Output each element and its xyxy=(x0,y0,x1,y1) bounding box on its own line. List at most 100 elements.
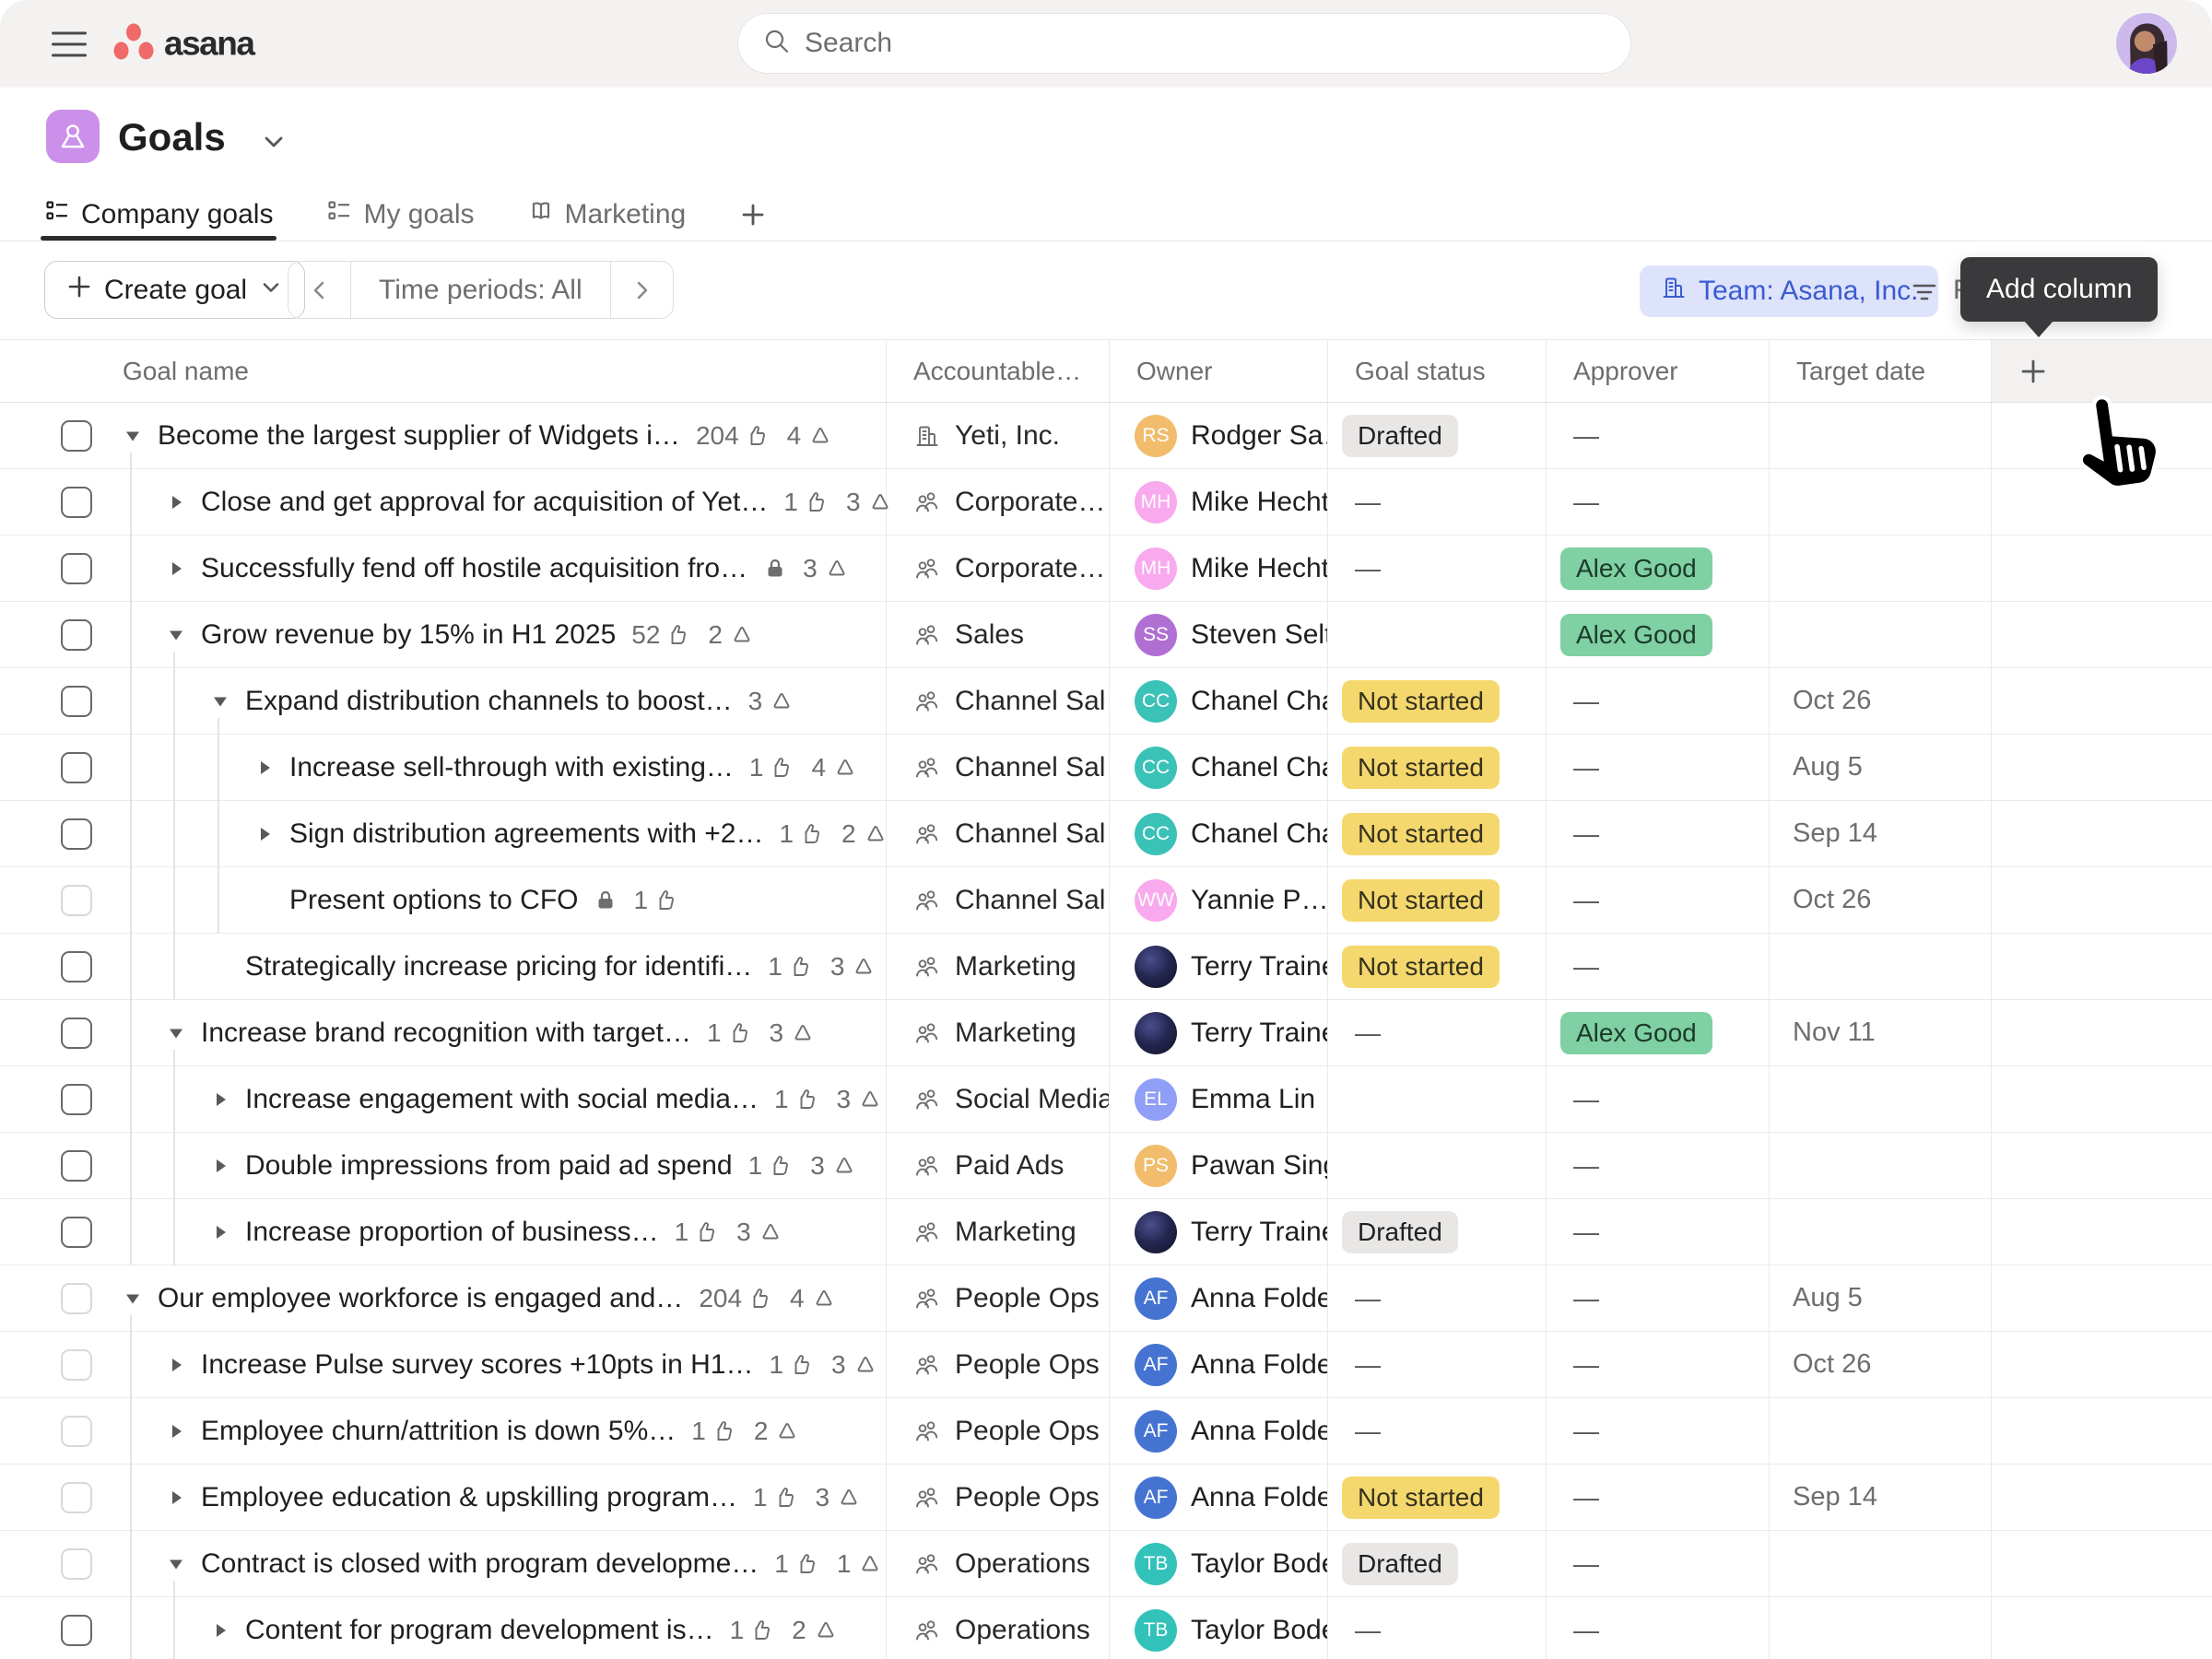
owner-cell[interactable]: AFAnna Folder xyxy=(1109,1332,1327,1397)
table-row[interactable]: Content for program development is…12Ope… xyxy=(0,1597,2212,1659)
accountable-cell[interactable]: Sales xyxy=(886,602,1109,667)
goal-title[interactable]: Employee churn/attrition is down 5%… xyxy=(201,1416,676,1447)
table-row[interactable]: Employee churn/attrition is down 5%…12Pe… xyxy=(0,1398,2212,1465)
goal-title[interactable]: Employee education & upskilling program… xyxy=(201,1482,737,1513)
accountable-cell[interactable]: People Ops xyxy=(886,1398,1109,1464)
accountable-cell[interactable]: Social Media xyxy=(886,1066,1109,1132)
approver-cell[interactable]: — xyxy=(1546,735,1769,800)
owner-cell[interactable]: PSPawan Singh xyxy=(1109,1133,1327,1198)
expand-caret-right-icon[interactable] xyxy=(209,1155,231,1177)
row-checkbox[interactable] xyxy=(61,885,92,916)
approver-cell[interactable]: — xyxy=(1546,1597,1769,1659)
accountable-cell[interactable]: People Ops xyxy=(886,1465,1109,1530)
approver-cell[interactable]: — xyxy=(1546,469,1769,535)
target-date-cell[interactable] xyxy=(1769,1066,1991,1132)
owner-cell[interactable]: TBTaylor Bode xyxy=(1109,1531,1327,1596)
approver-cell[interactable]: — xyxy=(1546,1265,1769,1331)
owner-cell[interactable]: SSSteven Selt… xyxy=(1109,602,1327,667)
target-date-cell[interactable]: Oct 26 xyxy=(1769,1332,1991,1397)
goal-title[interactable]: Content for program development is… xyxy=(245,1615,714,1646)
accountable-cell[interactable]: Corporate… xyxy=(886,469,1109,535)
goal-status-cell[interactable]: — xyxy=(1327,1332,1546,1397)
accountable-cell[interactable]: People Ops xyxy=(886,1332,1109,1397)
goal-title[interactable]: Our employee workforce is engaged and… xyxy=(158,1283,683,1314)
row-checkbox[interactable] xyxy=(61,951,92,982)
row-checkbox[interactable] xyxy=(61,420,92,452)
row-checkbox[interactable] xyxy=(61,1482,92,1513)
goal-status-cell[interactable]: Not started xyxy=(1327,1465,1546,1530)
column-header-approver[interactable]: Approver xyxy=(1546,340,1769,402)
approver-cell[interactable]: Alex Good xyxy=(1546,535,1769,601)
target-date-cell[interactable]: Oct 26 xyxy=(1769,867,1991,933)
column-header-goal-name[interactable]: Goal name xyxy=(0,340,886,402)
goal-status-cell[interactable]: Drafted xyxy=(1327,1199,1546,1265)
goal-status-cell[interactable]: — xyxy=(1327,1265,1546,1331)
approver-cell[interactable]: — xyxy=(1546,1465,1769,1530)
approver-cell[interactable]: — xyxy=(1546,934,1769,999)
approver-cell[interactable]: — xyxy=(1546,867,1769,933)
table-row[interactable]: Become the largest supplier of Widgets i… xyxy=(0,403,2212,469)
expand-caret-down-icon[interactable] xyxy=(165,1022,187,1044)
goal-title[interactable]: Increase Pulse survey scores +10pts in H… xyxy=(201,1349,753,1381)
owner-cell[interactable]: MHMike Hecht xyxy=(1109,535,1327,601)
approver-cell[interactable]: — xyxy=(1546,668,1769,734)
owner-cell[interactable]: WWYannie P… xyxy=(1109,867,1327,933)
goal-status-cell[interactable]: Drafted xyxy=(1327,1531,1546,1596)
expand-caret-right-icon[interactable] xyxy=(165,558,187,580)
time-periods-label[interactable]: Time periods: All xyxy=(351,262,610,318)
goal-status-cell[interactable]: Drafted xyxy=(1327,403,1546,468)
target-date-cell[interactable] xyxy=(1769,1398,1991,1464)
approver-cell[interactable]: — xyxy=(1546,801,1769,866)
expand-caret-right-icon[interactable] xyxy=(209,1221,231,1243)
approver-cell[interactable]: — xyxy=(1546,1531,1769,1596)
owner-cell[interactable]: CCChanel Cha… xyxy=(1109,801,1327,866)
approver-cell[interactable]: Alex Good xyxy=(1546,602,1769,667)
target-date-cell[interactable]: Sep 14 xyxy=(1769,801,1991,866)
user-avatar[interactable] xyxy=(2116,13,2177,74)
goal-title[interactable]: Increase engagement with social media… xyxy=(245,1084,759,1115)
owner-cell[interactable]: Terry Trainer xyxy=(1109,1000,1327,1065)
goal-title[interactable]: Present options to CFO xyxy=(289,885,578,916)
accountable-cell[interactable]: Marketing xyxy=(886,1199,1109,1265)
target-date-cell[interactable]: Sep 14 xyxy=(1769,1465,1991,1530)
hamburger-menu-icon[interactable] xyxy=(52,31,87,56)
table-row[interactable]: Expand distribution channels to boost…3C… xyxy=(0,668,2212,735)
column-header-accountable[interactable]: Accountable… xyxy=(886,340,1109,402)
goal-status-cell[interactable] xyxy=(1327,1066,1546,1132)
accountable-cell[interactable]: Channel Sal… xyxy=(886,668,1109,734)
tab-my-goals[interactable]: My goals xyxy=(326,189,474,241)
table-row[interactable]: Present options to CFO1Channel Sal…WWYan… xyxy=(0,867,2212,934)
target-date-cell[interactable]: Nov 11 xyxy=(1769,1000,1991,1065)
goal-status-cell[interactable]: — xyxy=(1327,1398,1546,1464)
accountable-cell[interactable]: Yeti, Inc. xyxy=(886,403,1109,468)
accountable-cell[interactable]: Paid Ads xyxy=(886,1133,1109,1198)
accountable-cell[interactable]: Channel Sal… xyxy=(886,801,1109,866)
owner-cell[interactable]: AFAnna Folder xyxy=(1109,1265,1327,1331)
expand-caret-right-icon[interactable] xyxy=(165,491,187,513)
expand-caret-right-icon[interactable] xyxy=(253,757,276,779)
accountable-cell[interactable]: Marketing xyxy=(886,934,1109,999)
goal-title[interactable]: Double impressions from paid ad spend xyxy=(245,1150,733,1182)
accountable-cell[interactable]: Channel Sal… xyxy=(886,735,1109,800)
target-date-cell[interactable]: Aug 5 xyxy=(1769,1265,1991,1331)
goal-title[interactable]: Sign distribution agreements with +2… xyxy=(289,818,763,850)
owner-cell[interactable]: CCChanel Cha… xyxy=(1109,735,1327,800)
goal-status-cell[interactable]: — xyxy=(1327,1000,1546,1065)
filter-lines-icon[interactable] xyxy=(1910,276,1939,311)
row-checkbox[interactable] xyxy=(61,1416,92,1447)
goal-title[interactable]: Close and get approval for acquisition o… xyxy=(201,487,768,518)
row-checkbox[interactable] xyxy=(61,1615,92,1646)
target-date-cell[interactable] xyxy=(1769,1133,1991,1198)
target-date-cell[interactable] xyxy=(1769,602,1991,667)
table-row[interactable]: Increase proportion of business…13Market… xyxy=(0,1199,2212,1265)
table-row[interactable]: Increase sell-through with existing…14Ch… xyxy=(0,735,2212,801)
owner-cell[interactable]: TBTaylor Bode xyxy=(1109,1597,1327,1659)
target-date-cell[interactable] xyxy=(1769,403,1991,468)
target-date-cell[interactable]: Oct 26 xyxy=(1769,668,1991,734)
goal-status-cell[interactable]: — xyxy=(1327,1597,1546,1659)
row-checkbox[interactable] xyxy=(61,1217,92,1248)
asana-logo[interactable]: asana xyxy=(112,22,253,65)
table-row[interactable]: Sign distribution agreements with +2…12C… xyxy=(0,801,2212,867)
add-tab-button[interactable] xyxy=(739,201,767,229)
row-checkbox[interactable] xyxy=(61,619,92,651)
